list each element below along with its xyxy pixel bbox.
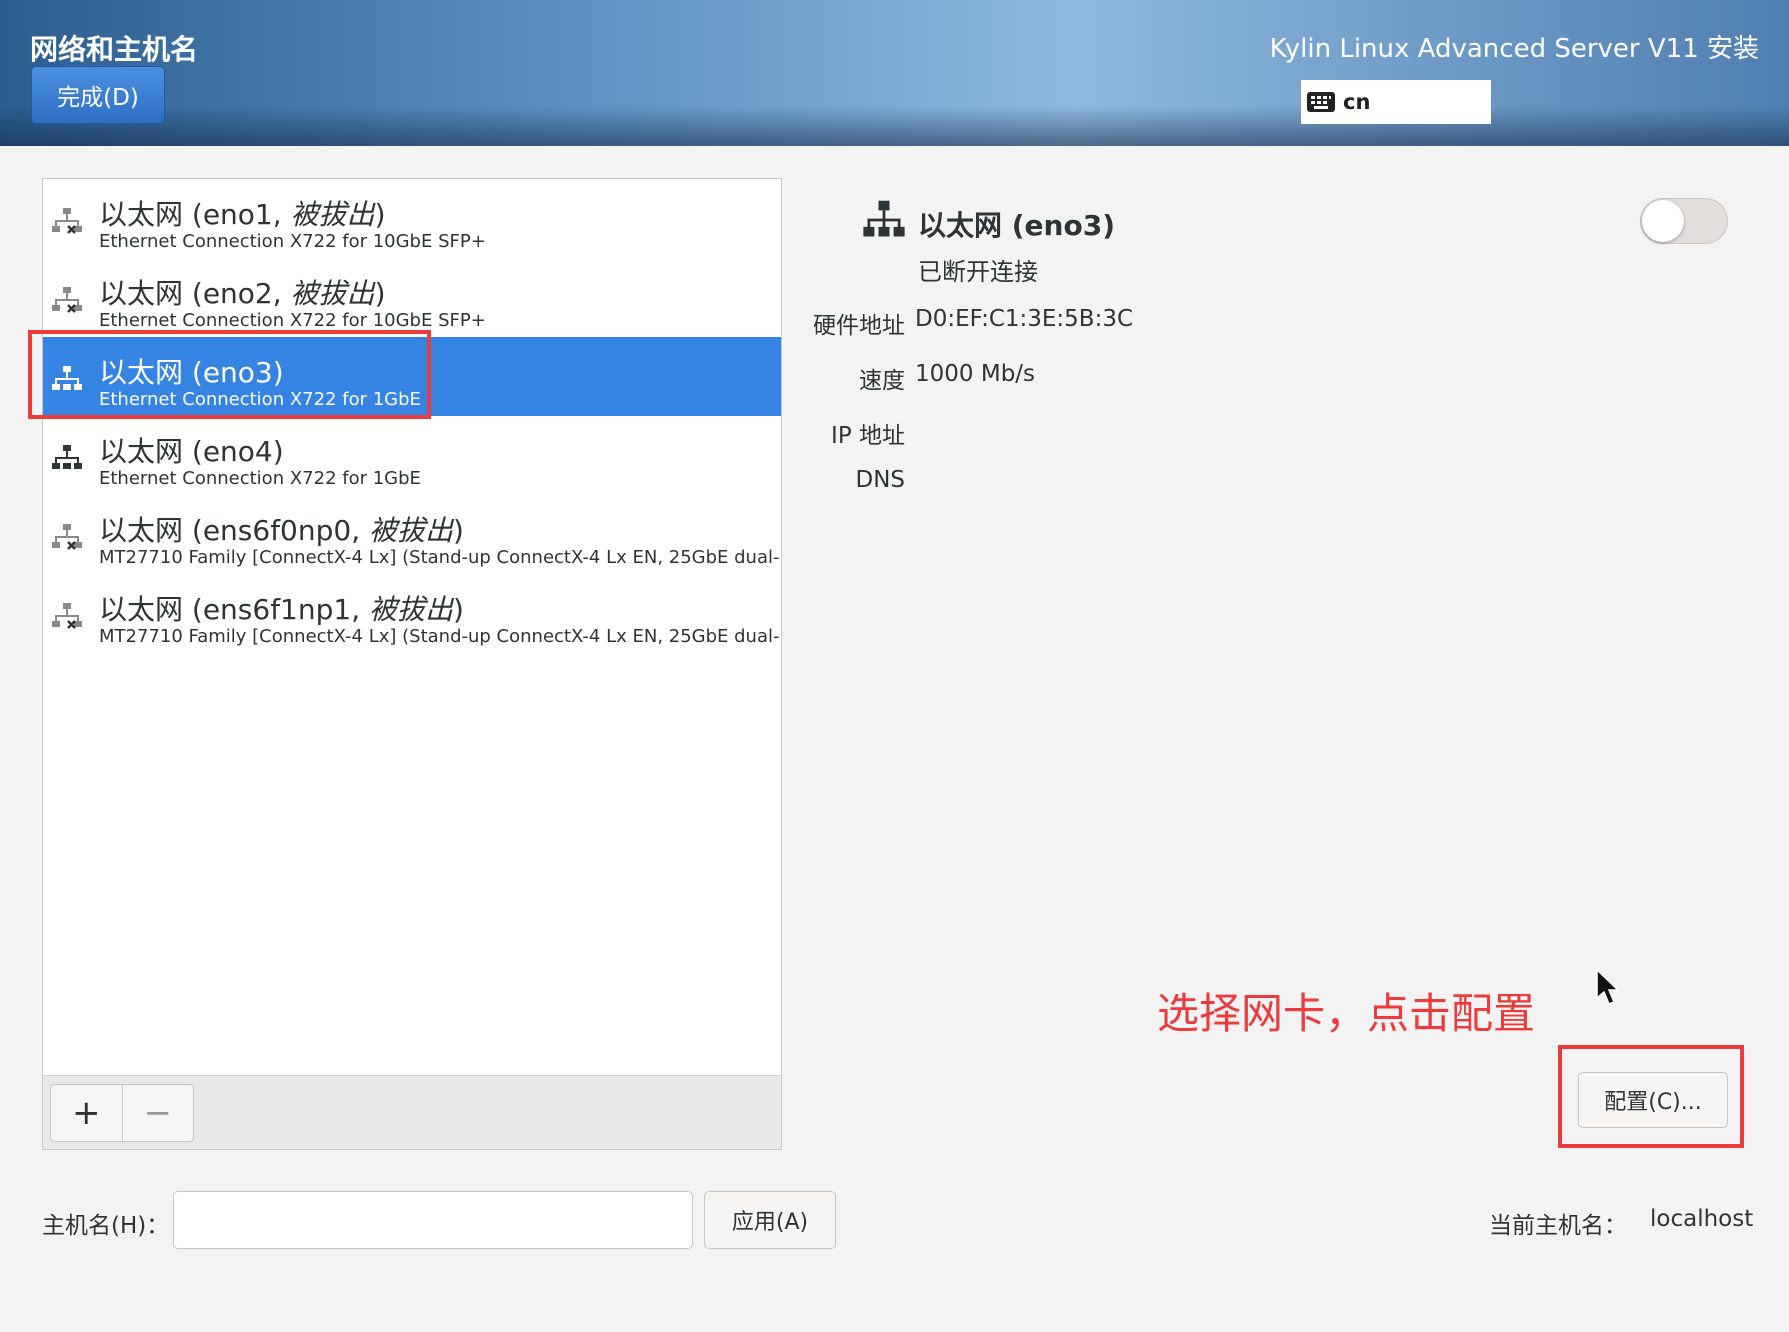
current-hostname-label: 当前主机名： [1489, 1213, 1627, 1239]
device-name: 以太网 (eno1, 被拔出) [99, 198, 386, 231]
device-name: 以太网 (ens6f0np0, 被拔出) [99, 514, 464, 547]
hostname-input[interactable] [173, 1191, 693, 1249]
add-device-button[interactable]: + [51, 1085, 122, 1141]
connection-status: 已断开连接 [918, 258, 1038, 286]
network-wired-icon [863, 200, 905, 237]
device-list-item[interactable]: 以太网 (ens6f0np0, 被拔出) MT27710 Family [Conn… [43, 495, 781, 574]
apply-hostname-button[interactable]: 应用(A) [704, 1191, 836, 1249]
device-list-item[interactable]: 以太网 (eno4) Ethernet Connection X722 for 1… [43, 416, 781, 495]
network-wired-icon [52, 445, 82, 469]
switch-knob [1642, 200, 1684, 242]
done-button[interactable]: 完成(D) [31, 66, 165, 124]
remove-device-button[interactable]: − [121, 1085, 194, 1141]
ip-address-label: IP 地址 [831, 423, 905, 449]
selected-device-name: 以太网 (eno3) [918, 209, 1115, 242]
speed-value: 1000 Mb/s [915, 361, 1036, 387]
header-bar: 网络和主机名 Kylin Linux Advanced Server V11 安… [0, 0, 1789, 146]
device-name: 以太网 (eno2, 被拔出) [99, 277, 386, 310]
hostname-label: 主机名(H)： [42, 1213, 170, 1239]
device-description: MT27710 Family [ConnectX-4 Lx] (Stand-up… [99, 547, 779, 568]
instruction-annotation: 选择网卡，点击配置 [1157, 989, 1536, 1038]
device-list-item[interactable]: 以太网 (eno3) Ethernet Connection X722 for 1… [43, 337, 781, 416]
device-name: 以太网 (eno3) [99, 356, 284, 389]
hardware-address-value: D0:EF:C1:3E:5B:3C [915, 306, 1134, 332]
device-name: 以太网 (eno4) [99, 435, 284, 468]
device-description: MT27710 Family [ConnectX-4 Lx] (Stand-up… [99, 626, 779, 647]
device-list-item[interactable]: 以太网 (ens6f1np1, 被拔出) MT27710 Family [Conn… [43, 574, 781, 653]
device-list-toolbar: + − [43, 1075, 781, 1149]
device-description: Ethernet Connection X722 for 10GbE SFP+ [99, 310, 486, 331]
network-device-list: 以太网 (eno1, 被拔出) Ethernet Connection X722 … [42, 178, 782, 1150]
network-wired-disconnected-icon [52, 208, 82, 234]
device-description: Ethernet Connection X722 for 10GbE SFP+ [99, 231, 486, 252]
dns-label: DNS [855, 467, 905, 493]
device-list-items: 以太网 (eno1, 被拔出) Ethernet Connection X722 … [43, 179, 781, 1075]
current-hostname-value: localhost [1650, 1206, 1754, 1232]
device-description: Ethernet Connection X722 for 1GbE [99, 468, 421, 489]
configure-button[interactable]: 配置(C)... [1578, 1072, 1728, 1128]
keyboard-layout-label: cn [1343, 90, 1371, 114]
network-wired-disconnected-icon [52, 287, 82, 313]
mouse-cursor-icon [1596, 968, 1619, 1005]
speed-label: 速度 [859, 368, 905, 394]
network-wired-disconnected-icon [52, 524, 82, 550]
add-remove-group: + − [50, 1084, 194, 1142]
network-wired-disconnected-icon [52, 603, 82, 629]
device-description: Ethernet Connection X722 for 1GbE [99, 389, 421, 410]
device-list-item[interactable]: 以太网 (eno2, 被拔出) Ethernet Connection X722 … [43, 258, 781, 337]
device-name: 以太网 (ens6f1np1, 被拔出) [99, 593, 464, 626]
device-list-item[interactable]: 以太网 (eno1, 被拔出) Ethernet Connection X722 … [43, 179, 781, 258]
connection-toggle-switch[interactable] [1640, 198, 1728, 244]
keyboard-layout-indicator[interactable]: cn [1301, 80, 1491, 124]
keyboard-icon [1307, 92, 1335, 112]
hardware-address-label: 硬件地址 [813, 313, 905, 339]
page-title: 网络和主机名 [30, 33, 199, 66]
network-wired-icon [52, 366, 82, 390]
product-title: Kylin Linux Advanced Server V11 安装 [1269, 34, 1759, 64]
